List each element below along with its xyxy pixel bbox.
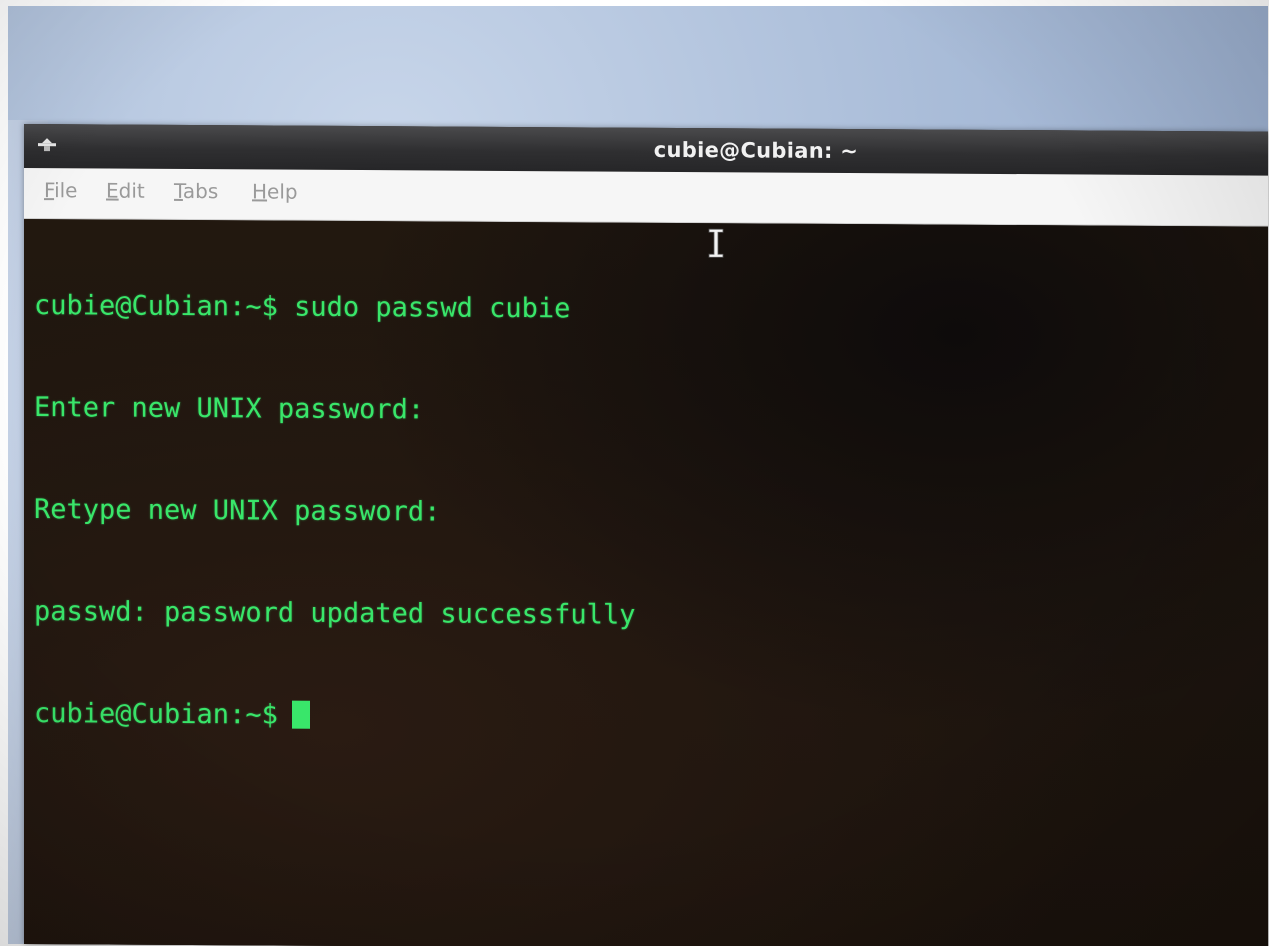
terminal-line: Enter new UNIX password: <box>34 392 425 426</box>
window-title: cubie@Cubian: ~ <box>653 137 859 164</box>
menu-help[interactable]: Help <box>252 179 298 203</box>
menu-tabs[interactable]: Tabs <box>174 179 218 203</box>
menubar: File Edit Tabs Help <box>24 168 1268 227</box>
terminal-body[interactable]: cubie@Cubian:~$ sudo passwd cubie Enter … <box>24 219 1268 946</box>
terminal-prompt: cubie@Cubian:~$ <box>34 698 278 731</box>
menu-file[interactable]: File <box>44 178 77 202</box>
terminal-prompt-line: cubie@Cubian:~$ <box>34 697 635 735</box>
terminal-window: cubie@Cubian: ~ File Edit Tabs Help cubi… <box>24 124 1268 946</box>
menu-edit[interactable]: Edit <box>106 179 145 203</box>
terminal-line: cubie@Cubian:~$ sudo passwd cubie <box>34 290 571 325</box>
photo-frame: cubie@Cubian: ~ File Edit Tabs Help cubi… <box>0 0 1269 946</box>
ibeam-cursor-icon <box>708 228 724 258</box>
terminal-cursor <box>291 700 310 729</box>
terminal-output: cubie@Cubian:~$ sudo passwd cubie Enter … <box>34 221 635 803</box>
terminal-line: Retype new UNIX password: <box>34 494 441 528</box>
terminal-line: passwd: password updated successfully <box>34 596 636 631</box>
